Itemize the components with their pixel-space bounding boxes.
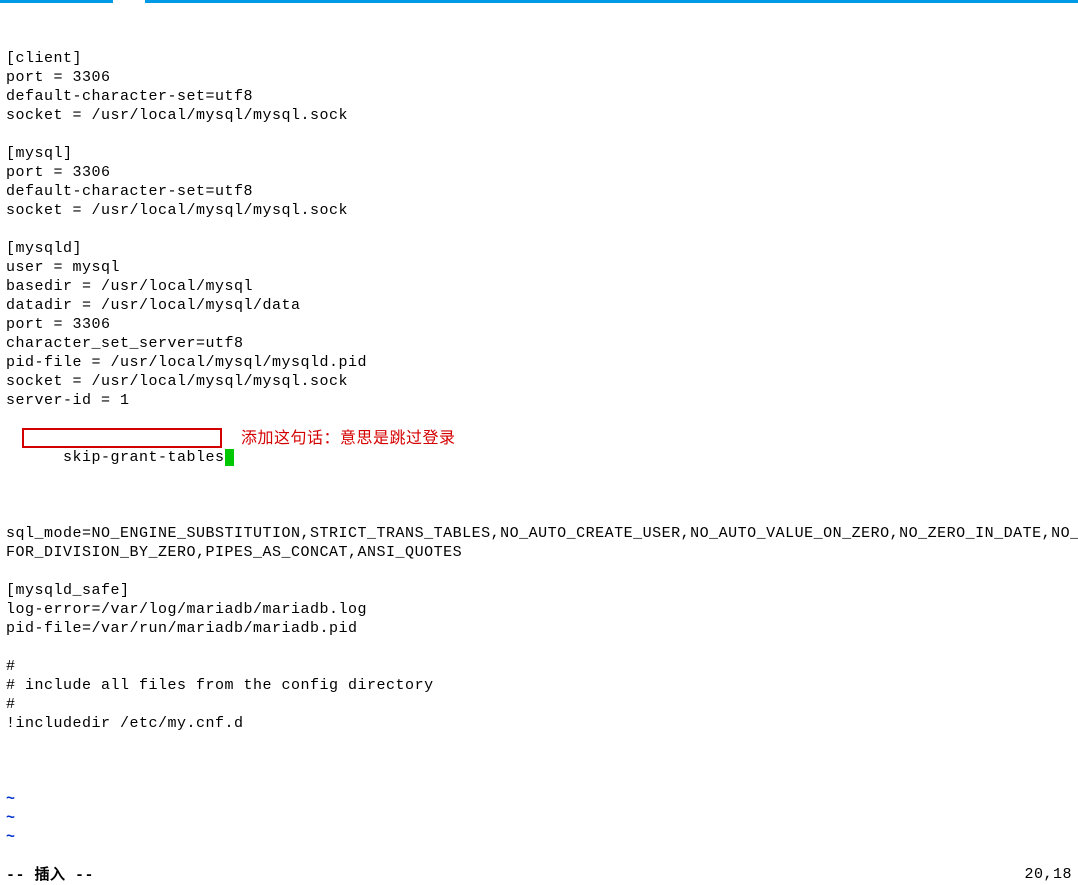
code-line[interactable] [6, 125, 1072, 144]
text-cursor [225, 449, 234, 466]
code-line[interactable]: socket = /usr/local/mysql/mysql.sock [6, 201, 1072, 220]
code-line[interactable] [6, 638, 1072, 657]
code-line[interactable]: # include all files from the config dire… [6, 676, 1072, 695]
code-line[interactable]: [mysql] [6, 144, 1072, 163]
code-line[interactable]: port = 3306 [6, 68, 1072, 87]
code-line[interactable]: sql_mode=NO_ENGINE_SUBSTITUTION,STRICT_T… [6, 524, 1072, 543]
code-line[interactable]: default-character-set=utf8 [6, 87, 1072, 106]
vim-tilde-line: ~ [6, 828, 1072, 847]
highlighted-line[interactable]: skip-grant-tables添加这句话：意思是跳过登录 [25, 429, 234, 486]
code-line[interactable]: datadir = /usr/local/mysql/data [6, 296, 1072, 315]
code-line[interactable]: pid-file = /usr/local/mysql/mysqld.pid [6, 353, 1072, 372]
code-line[interactable]: socket = /usr/local/mysql/mysql.sock [6, 106, 1072, 125]
code-line[interactable] [6, 220, 1072, 239]
code-line[interactable]: character_set_server=utf8 [6, 334, 1072, 353]
code-line[interactable] [6, 562, 1072, 581]
code-line[interactable]: # [6, 657, 1072, 676]
code-line[interactable]: !includedir /etc/my.cnf.d [6, 714, 1072, 733]
code-line[interactable]: [client] [6, 49, 1072, 68]
code-line[interactable]: basedir = /usr/local/mysql [6, 277, 1072, 296]
highlighted-text: skip-grant-tables [63, 449, 225, 466]
code-line[interactable]: log-error=/var/log/mariadb/mariadb.log [6, 600, 1072, 619]
vim-cursor-position: 20,18 [1024, 865, 1072, 885]
code-line[interactable]: user = mysql [6, 258, 1072, 277]
code-line[interactable]: # [6, 695, 1072, 714]
code-line[interactable] [6, 733, 1072, 752]
red-box-highlight [22, 428, 222, 448]
vim-mode-indicator: -- 插入 -- [6, 865, 94, 885]
vim-status-line: -- 插入 -- 20,18 [6, 865, 1072, 885]
editor-area[interactable]: [client]port = 3306default-character-set… [0, 3, 1078, 885]
code-line[interactable]: socket = /usr/local/mysql/mysql.sock [6, 372, 1072, 391]
code-line[interactable]: [mysqld_safe] [6, 581, 1072, 600]
code-line[interactable]: [mysqld] [6, 239, 1072, 258]
code-line[interactable] [6, 505, 1072, 524]
vim-tilde-line: ~ [6, 790, 1072, 809]
code-line[interactable]: FOR_DIVISION_BY_ZERO,PIPES_AS_CONCAT,ANS… [6, 543, 1072, 562]
code-line[interactable]: pid-file=/var/run/mariadb/mariadb.pid [6, 619, 1072, 638]
code-line[interactable]: port = 3306 [6, 315, 1072, 334]
red-annotation: 添加这句话：意思是跳过登录 [241, 429, 456, 448]
code-line[interactable]: server-id = 1 [6, 391, 1072, 410]
code-line[interactable]: default-character-set=utf8 [6, 182, 1072, 201]
code-line[interactable]: port = 3306 [6, 163, 1072, 182]
vim-tilde-line: ~ [6, 809, 1072, 828]
